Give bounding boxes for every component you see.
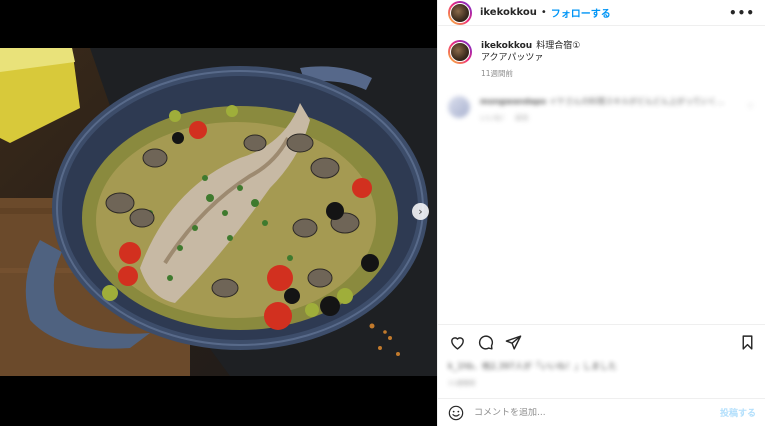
comment-text: イケさんの料理スキルがどんどん上がっていく… (549, 97, 725, 106)
comment-input[interactable] (474, 407, 720, 418)
next-slide-button[interactable]: › (412, 203, 429, 220)
action-bar (438, 324, 765, 360)
comment-reply-link[interactable]: 返信 (515, 114, 529, 122)
post-media: › (0, 0, 437, 426)
bookmark-icon[interactable] (738, 334, 756, 352)
caption-timestamp[interactable]: 11週間前 (481, 68, 580, 79)
caption-avatar[interactable] (448, 40, 472, 64)
post-photo (0, 48, 437, 376)
follow-button[interactable]: フォローする (551, 5, 611, 20)
caption-avatar-image (450, 42, 470, 62)
caption-text-1: 料理合宿① (536, 41, 581, 51)
more-options-icon[interactable]: ••• (729, 6, 755, 20)
chevron-right-icon: › (418, 205, 423, 218)
post-header: ikekokkou • フォローする ••• (438, 0, 765, 26)
emoji-icon[interactable] (448, 405, 464, 421)
share-icon[interactable] (504, 334, 522, 352)
comment-like-link[interactable]: いいね！ (480, 114, 508, 122)
commenter-username[interactable]: mongwandapo (480, 97, 546, 106)
header-separator: • (540, 7, 547, 18)
heart-icon[interactable] (448, 334, 466, 352)
caption-body: ikekokkou 料理合宿① アクアパッツァ 11週間前 (481, 40, 580, 79)
comment-heart-icon[interactable]: ♡ (747, 102, 754, 111)
caption-text-2: アクアパッツァ (481, 53, 544, 63)
author-username[interactable]: ikekokkou (480, 7, 537, 18)
comment-item: mongwandapo イケさんの料理スキルがどんどん上がっていく… いいね！ 返… (448, 96, 756, 123)
post-comment-button[interactable]: 投稿する (720, 406, 756, 419)
comment-body: mongwandapo イケさんの料理スキルがどんどん上がっていく… いいね！ 返… (480, 96, 724, 123)
comment-line: mongwandapo イケさんの料理スキルがどんどん上がっていく… (480, 96, 724, 107)
post-panel: ikekokkou • フォローする ••• ikekokkou 料理合宿① アク… (437, 0, 765, 426)
post-date: 11週間前 (448, 379, 476, 387)
caption-username[interactable]: ikekokkou (481, 41, 532, 51)
comment-meta: いいね！ 返信 (480, 113, 724, 123)
caption-line-1: ikekokkou 料理合宿① (481, 40, 580, 52)
aqua-pazza-pan-image (0, 48, 437, 376)
commenter-avatar[interactable] (448, 96, 470, 118)
comment-icon[interactable] (476, 334, 494, 352)
author-avatar[interactable] (448, 0, 472, 25)
author-avatar-image (450, 2, 470, 23)
likes-summary[interactable]: k_1hb、他2,397人が「いいね！」しました (448, 360, 617, 372)
add-comment-bar: 投稿する (438, 398, 765, 426)
post-caption: ikekokkou 料理合宿① アクアパッツァ 11週間前 (448, 40, 756, 79)
